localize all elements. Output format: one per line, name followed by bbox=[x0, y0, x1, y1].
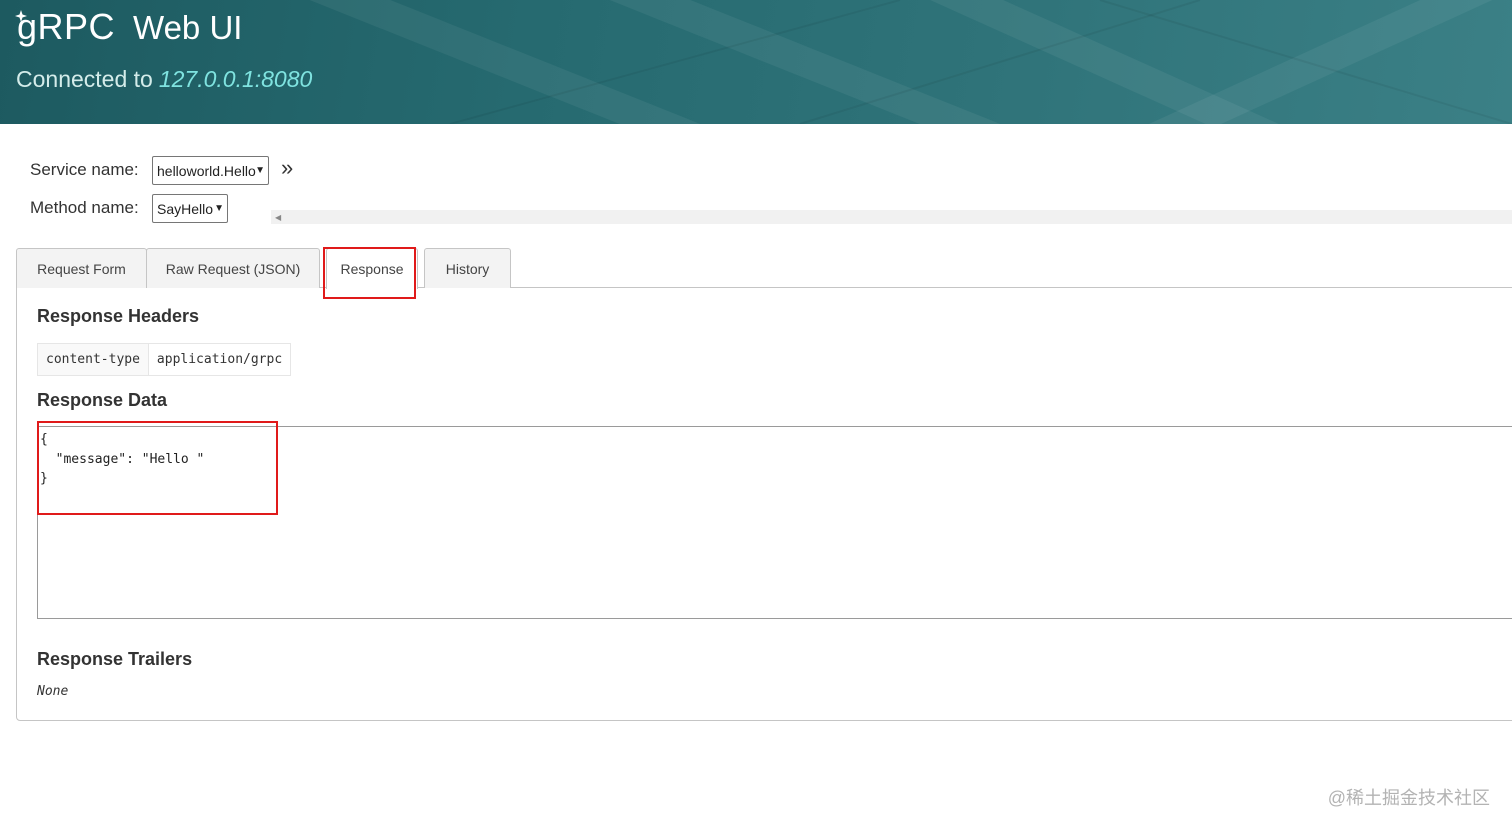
header-banner: gRPC Web UI Connected to 127.0.0.1:8080 bbox=[0, 0, 1512, 124]
tab-history[interactable]: History bbox=[424, 248, 511, 288]
response-headers-table: content-type application/grpc bbox=[37, 343, 292, 376]
horizontal-scrollbar[interactable]: ◀ bbox=[271, 210, 1512, 224]
tab-label: Raw Request (JSON) bbox=[165, 260, 301, 277]
response-headers-title: Response Headers bbox=[37, 306, 200, 326]
server-address: 127.0.0.1:8080 bbox=[158, 66, 313, 92]
tab-label: Request Form bbox=[37, 260, 126, 277]
method-name-select[interactable]: SayHello ▼ bbox=[152, 194, 228, 223]
header-value: application/grpc bbox=[156, 352, 283, 367]
connected-label: Connected to bbox=[16, 66, 153, 92]
tab-raw-request[interactable]: Raw Request (JSON) bbox=[146, 248, 320, 288]
logo-text: gRPC bbox=[17, 6, 116, 47]
response-data-title: Response Data bbox=[37, 390, 168, 410]
connection-status: Connected to 127.0.0.1:8080 bbox=[16, 66, 312, 93]
response-trailers-value: None bbox=[37, 684, 69, 699]
expand-icon[interactable]: » bbox=[281, 155, 293, 181]
method-name-value: SayHello bbox=[157, 200, 214, 217]
chevron-down-icon: ▼ bbox=[255, 165, 265, 176]
header-key: content-type bbox=[38, 344, 149, 375]
logo-spark-icon bbox=[15, 10, 27, 22]
service-name-select[interactable]: helloworld.Hello ▼ bbox=[152, 156, 269, 185]
watermark: @稀土掘金技术社区 bbox=[1327, 788, 1490, 808]
response-trailers-title: Response Trailers bbox=[37, 649, 193, 669]
chevron-down-icon: ▼ bbox=[214, 203, 224, 214]
service-name-value: helloworld.Hello bbox=[157, 162, 256, 179]
scroll-left-icon[interactable]: ◀ bbox=[275, 213, 281, 222]
tab-highlight-box bbox=[323, 247, 416, 299]
tab-label: History bbox=[445, 260, 490, 277]
service-name-label: Service name: bbox=[30, 160, 139, 179]
grpc-logo: gRPC bbox=[15, 6, 116, 48]
app-title: Web UI bbox=[133, 9, 243, 46]
method-name-label: Method name: bbox=[30, 198, 139, 217]
tab-request-form[interactable]: Request Form bbox=[16, 248, 147, 288]
response-data-highlight-box bbox=[37, 421, 278, 515]
